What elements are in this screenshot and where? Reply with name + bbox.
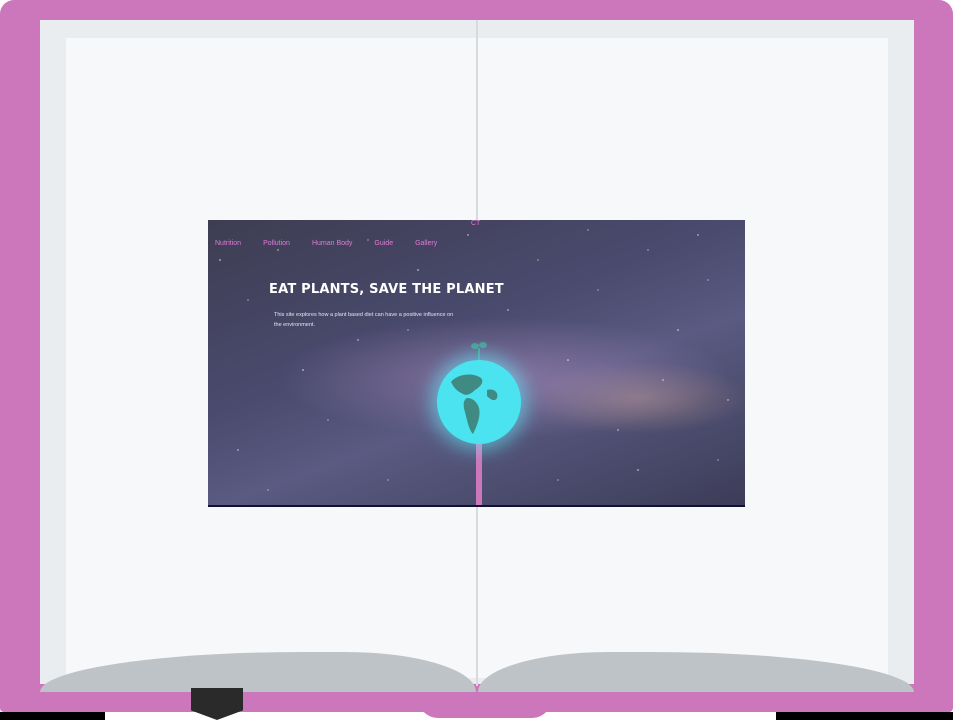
sprout-icon	[471, 342, 487, 360]
bottom-tab	[418, 696, 552, 718]
hero-subtext: This site explores how a plant based die…	[274, 312, 454, 328]
nav-link-pollution[interactable]: Pollution	[263, 240, 290, 247]
open-book-frame: CT Nutrition Pollution Human Body Guide …	[0, 0, 953, 720]
bottom-bar-right	[776, 712, 953, 720]
hero-headline: EAT PLANTS, SAVE THE PLANET	[269, 282, 504, 297]
nav-link-gallery[interactable]: Gallery	[415, 240, 437, 247]
site-logo-text[interactable]: CT	[471, 220, 480, 227]
nav-link-nutrition[interactable]: Nutrition	[215, 240, 241, 247]
bottom-bar-left	[0, 712, 105, 720]
earth-globe-icon	[437, 360, 521, 444]
site-nav: Nutrition Pollution Human Body Guide Gal…	[215, 240, 459, 247]
globe-fork-illustration	[434, 338, 524, 507]
nav-link-human-body[interactable]: Human Body	[312, 240, 352, 247]
nav-link-guide[interactable]: Guide	[374, 240, 393, 247]
bookmark-icon	[191, 688, 243, 720]
hero-bottom-edge	[208, 505, 745, 507]
website-hero-screenshot: CT Nutrition Pollution Human Body Guide …	[208, 220, 745, 507]
